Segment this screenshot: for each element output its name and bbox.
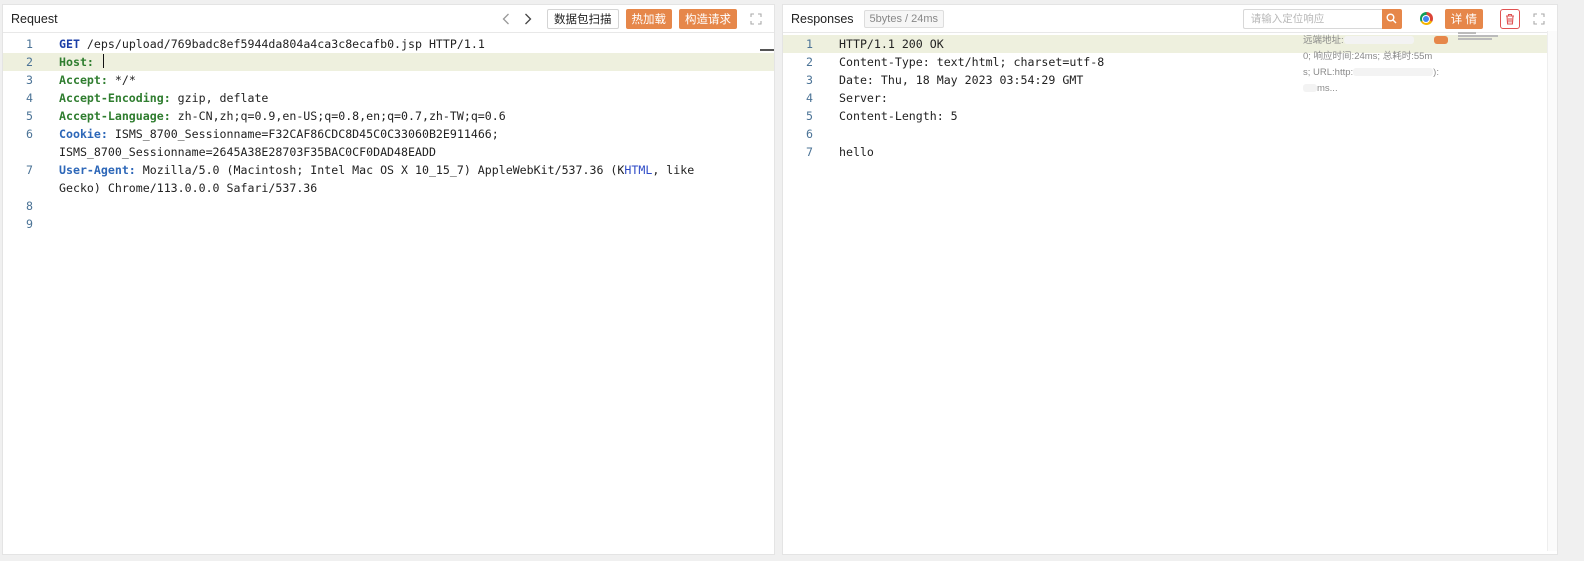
url-label: s; URL:http: — [1303, 67, 1354, 78]
line-number: 7 — [806, 145, 813, 159]
vertical-scrollbar[interactable] — [1547, 31, 1557, 551]
line-text: Cookie: ISMS_8700_Sessionname=F32CAF86CD… — [35, 125, 774, 161]
line-number: 2 — [806, 55, 813, 69]
response-title: Responses — [791, 11, 854, 26]
response-toolbar: Responses 5bytes / 24ms 详 情 — [783, 5, 1557, 33]
line-number: 5 — [806, 109, 813, 123]
line-text: User-Agent: Mozilla/5.0 (Macintosh; Inte… — [35, 161, 774, 197]
minimap[interactable] — [1458, 32, 1500, 42]
line-number: 3 — [26, 73, 33, 87]
line-number: 2 — [26, 55, 33, 69]
request-toolbar: Request 数据包扫描 热加载 构造请求 — [3, 5, 774, 33]
line-text — [815, 125, 1557, 143]
code-line: 7 User-Agent: Mozilla/5.0 (Macintosh; Int… — [3, 161, 774, 197]
hot-load-button[interactable]: 热加载 — [625, 8, 672, 29]
fullscreen-icon[interactable] — [1529, 9, 1549, 29]
code-line: 8 — [3, 197, 774, 215]
request-target: /eps/upload/769badc8ef5944da804a4ca3c8ec… — [79, 37, 485, 51]
code-line: 5 Accept-Language: zh-CN,zh;q=0.9,en-US;q… — [3, 107, 774, 125]
response-size-badge: 5bytes / 24ms — [863, 9, 945, 28]
header-value: zh-CN,zh;q=0.9,en-US;q=0.8,en;q=0.7,zh-T… — [170, 109, 506, 123]
request-title: Request — [11, 11, 58, 26]
locate-response-input[interactable] — [1242, 8, 1382, 29]
trash-icon[interactable] — [1500, 8, 1520, 29]
html-token: HTML — [624, 163, 653, 177]
remote-address-label: 远端地址: — [1303, 35, 1344, 46]
line-text: Accept: */* — [35, 71, 774, 89]
url-tail: ): — [1433, 67, 1439, 78]
header-key: Host: — [59, 55, 94, 69]
line-number: 4 — [806, 91, 813, 105]
code-line: 1 GET /eps/upload/769badc8ef5944da804a4ca… — [3, 35, 774, 53]
line-text: Accept-Encoding: gzip, deflate — [35, 89, 774, 107]
line-number: 9 — [26, 217, 33, 231]
line-number: 1 — [806, 37, 813, 51]
tooltip-tag — [1434, 36, 1448, 44]
line-text: Content-Length: 5 — [839, 109, 958, 123]
line-text: GET /eps/upload/769badc8ef5944da804a4ca3… — [35, 35, 774, 53]
request-editor[interactable]: 1 GET /eps/upload/769badc8ef5944da804a4ca… — [3, 33, 774, 233]
line-number: 4 — [26, 91, 33, 105]
line-number: 7 — [26, 163, 33, 177]
header-value: gzip, deflate — [170, 91, 269, 105]
code-line: 7 hello — [783, 143, 1557, 161]
code-line: 2 Host: — [3, 53, 774, 71]
line-number: 1 — [26, 37, 33, 51]
header-key: User-Agent: — [59, 163, 136, 177]
http-method: GET — [59, 37, 80, 51]
header-key: Accept-Language: — [59, 109, 171, 123]
header-key: Accept-Encoding: — [59, 91, 171, 105]
request-panel: Request 数据包扫描 热加载 构造请求 1 GET /eps/upload/… — [2, 4, 775, 555]
line-text — [35, 215, 774, 233]
line-number: 5 — [26, 109, 33, 123]
header-value: Mozilla/5.0 (Macintosh; Intel Mac OS X 1… — [135, 163, 625, 177]
search-icon[interactable] — [1381, 8, 1402, 29]
forward-arrow-icon[interactable] — [517, 8, 539, 30]
line-number: 8 — [26, 199, 33, 213]
timing-tail: ms... — [1317, 83, 1338, 94]
code-line: 5 Content-Length: 5 — [783, 107, 1557, 125]
line-text: hello — [839, 145, 874, 159]
packet-scan-button[interactable]: 数据包扫描 — [547, 8, 619, 29]
response-info-tooltip: 远端地址: 0; 响应时间:24ms; 总耗时:55m s; URL:http:… — [1303, 33, 1453, 94]
line-number: 6 — [806, 127, 813, 141]
line-text: Host: — [35, 53, 774, 71]
response-time-text: 0; 响应时间:24ms; 总耗时:55m — [1303, 51, 1433, 62]
fullscreen-icon[interactable] — [746, 9, 766, 29]
code-line: 6 — [783, 125, 1557, 143]
build-request-button[interactable]: 构造请求 — [679, 8, 737, 29]
code-line: 6 Cookie: ISMS_8700_Sessionname=F32CAF86C… — [3, 125, 774, 161]
line-text: Accept-Language: zh-CN,zh;q=0.9,en-US;q=… — [35, 107, 774, 125]
line-number: 6 — [26, 127, 33, 141]
details-button[interactable]: 详 情 — [1444, 8, 1483, 29]
back-arrow-icon[interactable] — [495, 8, 517, 30]
header-key: Cookie: — [59, 127, 108, 141]
code-line: 9 — [3, 215, 774, 233]
header-value: */* — [107, 73, 136, 87]
code-line: 4 Accept-Encoding: gzip, deflate — [3, 89, 774, 107]
line-text — [35, 197, 774, 215]
header-key: Accept: — [59, 73, 108, 87]
code-line: 3 Accept: */* — [3, 71, 774, 89]
editor-ruler — [760, 49, 774, 51]
header-value — [94, 55, 101, 69]
line-number: 3 — [806, 73, 813, 87]
text-cursor — [102, 54, 105, 68]
chrome-browser-icon[interactable] — [1419, 12, 1433, 25]
header-value: ISMS_8700_Sessionname=F32CAF86CDC8D45C0C… — [59, 127, 499, 159]
